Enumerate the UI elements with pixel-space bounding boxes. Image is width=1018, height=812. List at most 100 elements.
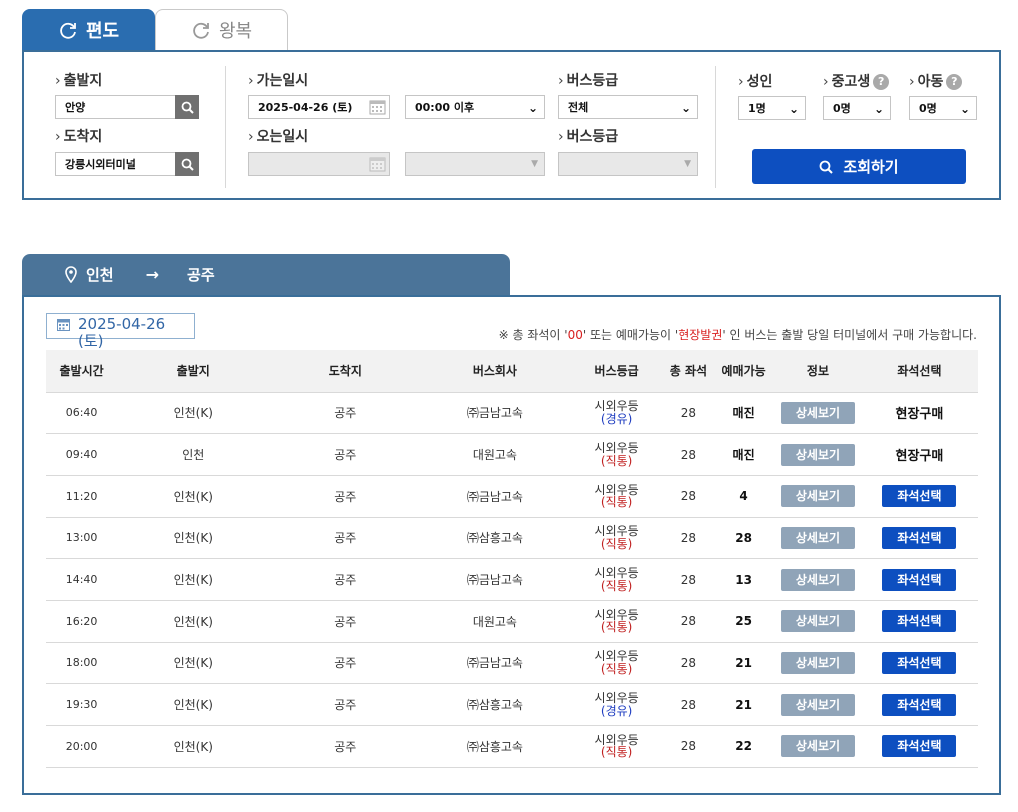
go-date-input[interactable]: 2025-04-26 (토) <box>248 95 390 119</box>
detail-button[interactable]: 상세보기 <box>780 401 855 424</box>
total-seats: 28 <box>664 475 713 518</box>
grade-name: 시외우등 <box>594 691 639 706</box>
return-time-select[interactable]: ▼ <box>405 152 545 176</box>
detail-button[interactable]: 상세보기 <box>780 610 855 633</box>
tab-oneway[interactable]: 편도 <box>22 9 155 50</box>
search-icon <box>819 160 834 174</box>
seat-select-button[interactable]: 좌석선택 <box>882 651 957 674</box>
search-panel: › 출발지 안양 › 도착지 강릉시외터미널 › 가는일시 2025-04-26 (토… <box>22 50 1001 200</box>
arrival-terminal: 공주 <box>269 683 422 726</box>
seat-select-button[interactable]: 좌석선택 <box>882 526 957 549</box>
youth-label: › 중고생? <box>823 71 890 91</box>
seat-select-cell: 좌석선택 <box>860 600 978 643</box>
header-departure-time: 출발시간 <box>46 350 118 392</box>
tab-roundtrip[interactable]: 왕복 <box>155 9 288 50</box>
refresh-icon <box>193 22 209 39</box>
seat-select-button[interactable]: 좌석선택 <box>882 610 957 633</box>
detail-button[interactable]: 상세보기 <box>780 485 855 508</box>
departure-time: 13:00 <box>46 517 118 560</box>
adult-select[interactable]: 1명 ⌄ <box>738 96 806 120</box>
bus-grade: 시외우등 (경유) <box>568 683 665 726</box>
departure-label: › 출발지 <box>55 73 103 89</box>
departure-terminal: 인천 <box>117 433 270 476</box>
bus-grade-select[interactable]: 전체 ⌄ <box>558 95 698 119</box>
seat-select-button[interactable]: 좌석선택 <box>882 693 957 716</box>
bus-grade: 시외우등 (직통) <box>568 642 665 685</box>
onsite-purchase-label: 현장구매 <box>895 449 944 465</box>
arrival-terminal: 공주 <box>269 517 422 560</box>
bus-company: 대원고속 <box>421 433 569 476</box>
adult-label: › 성인 <box>738 74 773 90</box>
route-type: (직통) <box>600 578 633 593</box>
result-date: 2025-04-26 (토) <box>46 313 195 349</box>
arrow-right-icon: → <box>145 265 160 284</box>
bus-grade: 시외우등 (직통) <box>568 517 665 560</box>
seat-select-cell: 좌석선택 <box>860 558 978 601</box>
bus-company: ㈜금남고속 <box>421 475 569 518</box>
info-cell: 상세보기 <box>775 600 861 643</box>
total-seats: 28 <box>664 725 713 768</box>
available-seats: 매진 <box>712 391 776 435</box>
seat-select-cell: 현장구매 <box>860 391 978 435</box>
detail-button[interactable]: 상세보기 <box>780 735 855 758</box>
help-icon[interactable]: ? <box>946 74 963 90</box>
help-icon[interactable]: ? <box>873 74 890 90</box>
info-cell: 상세보기 <box>775 391 861 435</box>
seat-select-cell: 현장구매 <box>860 433 978 476</box>
bus-grade-select-return[interactable]: ▼ <box>558 152 698 176</box>
bus-grade: 시외우등 (직통) <box>568 725 665 768</box>
total-seats: 28 <box>664 683 713 726</box>
table-header: 출발시간 출발지 도착지 버스회사 버스등급 총 좌석 예매가능 정보 좌석선택 <box>46 350 978 392</box>
onsite-purchase-label: 현장구매 <box>895 407 944 423</box>
bus-company: ㈜삼흥고속 <box>421 517 569 560</box>
go-time-select[interactable]: 00:00 이후 ⌄ <box>405 95 545 119</box>
departure-input[interactable]: 안양 <box>55 95 199 119</box>
chevron-down-icon: ⌄ <box>680 101 691 115</box>
bus-company: ㈜삼흥고속 <box>421 725 569 768</box>
return-date-input[interactable] <box>248 152 390 176</box>
calendar-icon <box>369 157 386 172</box>
query-button[interactable]: 조회하기 <box>752 149 966 184</box>
departure-terminal: 인천(K) <box>117 558 270 601</box>
header-arrival: 도착지 <box>269 350 422 392</box>
departure-time: 06:40 <box>46 391 118 435</box>
departure-terminal: 인천(K) <box>117 475 270 518</box>
chevron-down-icon: ⌄ <box>959 102 970 116</box>
detail-button[interactable]: 상세보기 <box>780 526 855 549</box>
tab-oneway-label: 편도 <box>85 20 120 42</box>
table-row: 16:20 인천(K) 공주 대원고속 시외우등 (직통) 28 25 상세보기 좌석선택 <box>46 600 978 643</box>
seat-select-button[interactable]: 좌석선택 <box>882 568 957 591</box>
calendar-icon <box>57 319 70 331</box>
route-type: (직통) <box>600 453 633 468</box>
info-cell: 상세보기 <box>775 725 861 768</box>
seat-select-button[interactable]: 좌석선택 <box>882 735 957 758</box>
header-available: 예매가능 <box>712 350 776 392</box>
arrival-input[interactable]: 강릉시외터미널 <box>55 152 199 176</box>
header-departure: 출발지 <box>117 350 270 392</box>
header-company: 버스회사 <box>421 350 569 392</box>
calendar-icon[interactable] <box>369 99 386 115</box>
available-seats: 25 <box>712 600 776 643</box>
bus-grade-label: › 버스등급 <box>558 73 619 89</box>
detail-button[interactable]: 상세보기 <box>780 693 855 716</box>
refresh-icon <box>60 22 76 39</box>
search-icon[interactable] <box>175 152 199 176</box>
total-seats: 28 <box>664 558 713 601</box>
header-info: 정보 <box>775 350 861 392</box>
departure-time: 14:40 <box>46 558 118 601</box>
available-seats: 매진 <box>712 433 776 476</box>
departure-time: 11:20 <box>46 475 118 518</box>
arrival-terminal: 공주 <box>269 642 422 685</box>
search-icon[interactable] <box>175 95 199 119</box>
arrival-terminal: 공주 <box>269 391 422 435</box>
seat-select-button[interactable]: 좌석선택 <box>882 485 957 508</box>
detail-button[interactable]: 상세보기 <box>780 651 855 674</box>
info-cell: 상세보기 <box>775 683 861 726</box>
departure-time: 16:20 <box>46 600 118 643</box>
detail-button[interactable]: 상세보기 <box>780 568 855 591</box>
table-row: 13:00 인천(K) 공주 ㈜삼흥고속 시외우등 (직통) 28 28 상세보기 좌석선택 <box>46 517 978 560</box>
child-select[interactable]: 0명 ⌄ <box>909 96 977 120</box>
youth-select[interactable]: 0명 ⌄ <box>823 96 891 120</box>
chevron-down-icon: ⌄ <box>788 102 799 116</box>
detail-button[interactable]: 상세보기 <box>780 443 855 466</box>
